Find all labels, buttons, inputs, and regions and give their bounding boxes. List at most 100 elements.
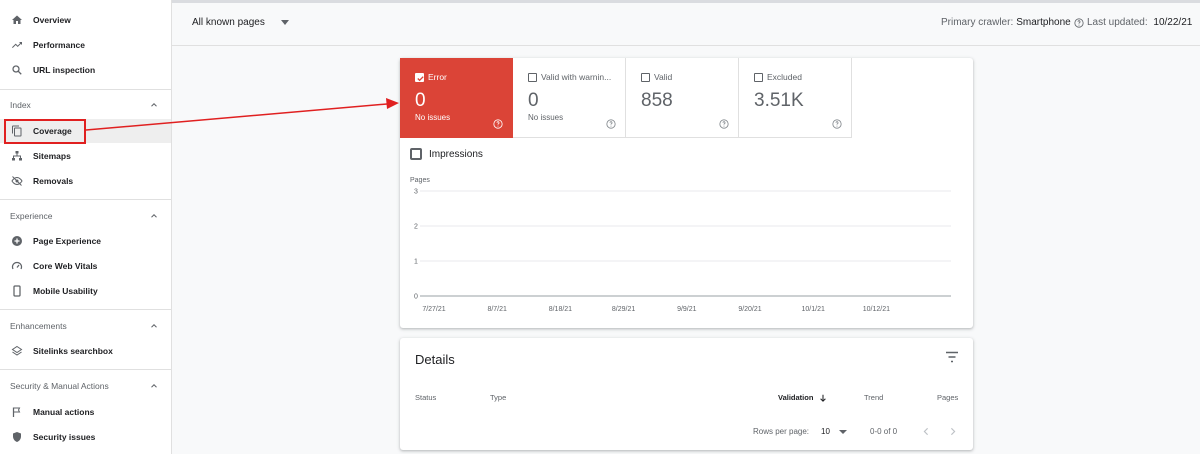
x-tick-label: 9/9/21	[677, 306, 697, 313]
tile-value: 858	[641, 90, 673, 111]
column-validation-label: Validation	[778, 393, 814, 402]
sidebar: Overview Performance URL inspection Inde…	[0, 0, 172, 454]
trending-icon	[10, 38, 24, 52]
y-tick-label: 3	[414, 189, 418, 196]
sidebar-item-performance[interactable]: Performance	[0, 33, 171, 57]
tile-sub: No issues	[415, 113, 451, 122]
y-tick-label: 2	[414, 224, 418, 231]
topbar: All known pages Primary crawler: Smartph…	[172, 0, 1200, 46]
x-tick-label: 8/29/21	[612, 306, 635, 313]
tile-label: Excluded	[767, 72, 802, 82]
chevron-right-icon[interactable]	[949, 427, 957, 436]
x-tick-label: 9/20/21	[738, 306, 761, 313]
sidebar-item-label: URL inspection	[33, 65, 96, 75]
sidebar-item-label: Overview	[33, 15, 71, 25]
chevron-up-icon	[151, 103, 157, 107]
column-trend[interactable]: Trend	[864, 393, 883, 402]
sidebar-item-label: Sitelinks searchbox	[33, 346, 113, 356]
page-range: 0-0 of 0	[870, 427, 898, 436]
x-tick-label: 8/7/21	[487, 306, 507, 313]
chevron-up-icon	[151, 214, 157, 218]
sidebar-item-label: Removals	[33, 176, 74, 186]
filter-icon[interactable]	[945, 351, 959, 363]
tile-header: Valid with warnin...	[528, 72, 611, 82]
tile-valid[interactable]: Valid 858	[626, 58, 739, 138]
sidebar-item-manual-actions[interactable]: Manual actions	[0, 400, 171, 424]
section-header-index[interactable]: Index	[0, 95, 171, 115]
sidebar-item-security-issues[interactable]: Security issues	[0, 425, 171, 449]
arrow-down-icon	[820, 394, 827, 402]
tile-valid-with-warnings[interactable]: Valid with warnin... 0 No issues	[513, 58, 626, 138]
chevron-left-icon[interactable]	[922, 427, 930, 436]
x-tick-label: 8/18/21	[549, 306, 572, 313]
annotation-highlight-box	[4, 119, 86, 144]
plus-circle-icon	[10, 234, 24, 248]
crawler-info: Primary crawler: Smartphone	[941, 17, 1084, 28]
caret-down-icon	[280, 20, 289, 25]
page-filter-dropdown[interactable]: All known pages	[192, 17, 289, 28]
help-icon[interactable]	[606, 119, 616, 129]
checkbox-icon[interactable]	[754, 72, 763, 82]
search-icon	[10, 63, 24, 77]
filter-label: All known pages	[192, 17, 265, 28]
tile-excluded[interactable]: Excluded 3.51K	[739, 58, 852, 138]
y-tick-label: 1	[414, 259, 418, 266]
x-tick-label: 7/27/21	[422, 306, 445, 313]
column-validation[interactable]: Validation	[778, 393, 827, 402]
sidebar-item-mobile-usability[interactable]: Mobile Usability	[0, 279, 171, 303]
help-icon[interactable]	[1074, 17, 1084, 28]
x-tick-label: 10/1/21	[802, 306, 825, 313]
section-header-enhancements[interactable]: Enhancements	[0, 316, 171, 336]
tile-label: Error	[428, 72, 447, 82]
chevron-up-icon	[151, 324, 157, 328]
help-icon[interactable]	[832, 119, 842, 129]
tile-error[interactable]: Error 0 No issues	[400, 58, 513, 138]
sidebar-item-overview[interactable]: Overview	[0, 8, 171, 32]
sidebar-item-sitelinks-searchbox[interactable]: Sitelinks searchbox	[0, 339, 171, 363]
last-updated: Last updated: 10/22/21	[1087, 17, 1192, 28]
sidebar-item-label: Sitemaps	[33, 151, 71, 161]
coverage-chart: Pages 3 2 1 0 7/27/21 8/7/21 8/18/21 8/29/21 9/…	[410, 177, 951, 313]
column-status[interactable]: Status	[415, 393, 436, 402]
divider	[0, 369, 171, 370]
caret-down-icon[interactable]	[839, 430, 847, 434]
x-tick-label: 10/12/21	[863, 306, 890, 313]
rows-per-page-select[interactable]: 10	[821, 427, 830, 436]
section-title: Experience	[10, 211, 53, 221]
tile-header: Error	[415, 72, 447, 82]
tile-label: Valid with warnin...	[541, 72, 612, 82]
details-title: Details	[415, 352, 455, 367]
rows-per-page-label: Rows per page:	[753, 427, 810, 436]
phone-icon	[10, 284, 24, 298]
updated-label: Last updated:	[1087, 17, 1148, 28]
y-axis-label: Pages	[410, 177, 430, 184]
section-header-experience[interactable]: Experience	[0, 206, 171, 226]
speedometer-icon	[10, 259, 24, 273]
impressions-toggle[interactable]: Impressions	[410, 148, 483, 160]
help-icon[interactable]	[493, 119, 503, 129]
sidebar-item-core-web-vitals[interactable]: Core Web Vitals	[0, 254, 171, 278]
checkbox-icon[interactable]	[410, 148, 422, 160]
sidebar-item-removals[interactable]: Removals	[0, 169, 171, 193]
sidebar-item-url-inspection[interactable]: URL inspection	[0, 58, 171, 82]
tile-value: 0	[415, 90, 426, 111]
section-title: Index	[10, 100, 31, 110]
topbar-shadow	[172, 0, 1200, 3]
tile-value: 0	[528, 90, 539, 111]
help-icon[interactable]	[719, 119, 729, 129]
impressions-label: Impressions	[429, 148, 483, 160]
column-pages[interactable]: Pages	[937, 393, 958, 402]
tile-header: Excluded	[754, 72, 802, 82]
divider	[0, 199, 171, 200]
tile-header: Valid	[641, 72, 672, 82]
y-tick-label: 0	[414, 294, 418, 301]
column-type[interactable]: Type	[490, 393, 506, 402]
section-header-security[interactable]: Security & Manual Actions	[0, 376, 171, 396]
checkbox-icon[interactable]	[528, 72, 537, 82]
chevron-up-icon	[151, 384, 157, 388]
checkbox-icon[interactable]	[641, 72, 650, 82]
sidebar-item-page-experience[interactable]: Page Experience	[0, 229, 171, 253]
sidebar-item-sitemaps[interactable]: Sitemaps	[0, 144, 171, 168]
updated-value: 10/22/21	[1153, 17, 1193, 28]
checkbox-checked-icon[interactable]	[415, 72, 424, 82]
